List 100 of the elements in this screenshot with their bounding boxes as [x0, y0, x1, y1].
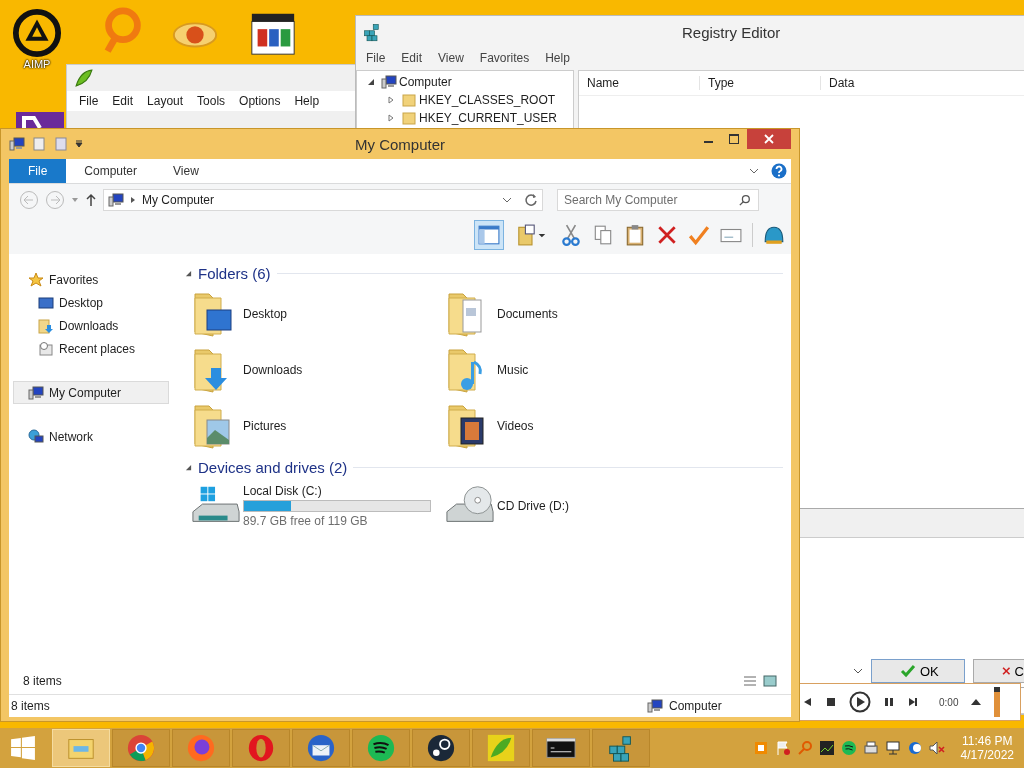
- menu-item[interactable]: Edit: [112, 93, 134, 109]
- status-item-count: 8 items: [11, 699, 50, 713]
- elapsed-time: 0:00: [939, 696, 959, 708]
- network-icon: [28, 428, 44, 445]
- nav-item[interactable]: Desktop: [13, 291, 169, 314]
- network-tray-icon[interactable]: [884, 740, 901, 756]
- breadcrumb-arrow-icon[interactable]: [130, 196, 136, 204]
- menu-item[interactable]: Options: [239, 93, 281, 109]
- menu-item[interactable]: Help: [545, 50, 570, 66]
- up-arrow-icon[interactable]: [85, 193, 97, 207]
- ribbon-tab[interactable]: Computer: [66, 159, 156, 183]
- preview-pane-button[interactable]: [474, 220, 504, 250]
- refresh-icon[interactable]: [524, 193, 538, 207]
- folder-item[interactable]: Videos: [445, 402, 699, 450]
- address-path[interactable]: My Computer: [142, 193, 215, 207]
- menu-item[interactable]: Help: [294, 93, 320, 109]
- recent-dropdown-icon[interactable]: [71, 196, 79, 204]
- customize-dropdown-icon[interactable]: [75, 140, 83, 148]
- nav-item[interactable]: My Computer: [13, 381, 169, 404]
- help-icon[interactable]: [771, 163, 787, 179]
- checkmark-icon[interactable]: [688, 224, 710, 246]
- peapod-icon: [75, 69, 93, 87]
- nav-item[interactable]: Recent places: [13, 337, 169, 360]
- windows-start-icon[interactable]: [10, 735, 36, 761]
- steam-icon: [426, 733, 456, 763]
- collapse-group-icon[interactable]: [185, 463, 192, 471]
- paste-icon[interactable]: [624, 224, 646, 246]
- ok-button[interactable]: OK: [871, 659, 965, 683]
- computer-icon: [381, 74, 397, 90]
- copy-icon[interactable]: [592, 224, 614, 246]
- cut-icon[interactable]: [560, 224, 582, 246]
- tree-item[interactable]: HKEY_CURRENT_USER: [357, 109, 573, 127]
- play-icon[interactable]: [849, 691, 871, 713]
- collapsed-arrow-icon[interactable]: [387, 96, 395, 104]
- group-heading[interactable]: Devices and drives (2): [198, 458, 348, 476]
- app-tile-icon[interactable]: [16, 112, 64, 128]
- collapse-group-icon[interactable]: [185, 269, 192, 277]
- column-header[interactable]: Name: [579, 76, 700, 90]
- printer-tray-icon[interactable]: [862, 740, 879, 756]
- drive-name[interactable]: Local Disk (C:): [243, 484, 431, 498]
- large-icons-view-icon[interactable]: [763, 674, 777, 688]
- folder-download-icon: [38, 317, 54, 334]
- address-dropdown-icon[interactable]: [502, 197, 512, 203]
- computer-icon: [647, 698, 663, 714]
- opera-icon: [246, 733, 276, 763]
- close-button[interactable]: [747, 129, 791, 149]
- address-bar[interactable]: My Computer: [103, 189, 543, 211]
- tree-item[interactable]: Computer: [357, 73, 573, 91]
- stop-icon[interactable]: [825, 696, 837, 708]
- folder-icon: [401, 92, 417, 108]
- ribbon-tab[interactable]: File: [9, 159, 67, 183]
- folder-icon: [401, 110, 417, 126]
- computer-icon: [9, 136, 25, 152]
- computer-icon: [28, 384, 44, 401]
- free-space-text: 89.7 GB free of 119 GB: [243, 514, 369, 528]
- column-header[interactable]: Type: [700, 76, 821, 90]
- shell-icon[interactable]: [763, 224, 785, 246]
- cloud-tray-icon[interactable]: [906, 740, 923, 756]
- thunderbird-icon: [306, 733, 336, 763]
- folder-item[interactable]: Pictures: [191, 402, 445, 450]
- pause-icon[interactable]: [883, 696, 895, 708]
- cancel-button[interactable]: C: [973, 659, 1024, 683]
- expanded-arrow-icon[interactable]: [367, 78, 375, 86]
- drive-name[interactable]: CD Drive (D:): [497, 499, 569, 513]
- folder-item[interactable]: Documents: [445, 290, 699, 338]
- menu-item[interactable]: File: [79, 93, 99, 109]
- registry-cubes-icon: [362, 22, 382, 42]
- nav-item[interactable]: Favorites: [13, 268, 169, 291]
- ribbon-tab[interactable]: View: [155, 159, 217, 183]
- tree-item[interactable]: HKEY_CLASSES_ROOT: [357, 91, 573, 109]
- folder-item[interactable]: Desktop: [191, 290, 445, 338]
- expand-ribbon-icon[interactable]: [749, 168, 759, 174]
- menu-item[interactable]: File: [366, 50, 386, 66]
- flag-tray-icon[interactable]: [774, 740, 791, 756]
- spotify-icon: [366, 733, 396, 763]
- nav-item[interactable]: Network: [13, 425, 169, 448]
- nav-item[interactable]: Downloads: [13, 314, 169, 337]
- window-title: Registry Editor: [682, 23, 781, 41]
- search-icon[interactable]: [739, 194, 751, 206]
- chart-tray-icon[interactable]: [818, 740, 835, 756]
- spotify-tray-icon[interactable]: [840, 740, 857, 756]
- group-heading[interactable]: Folders (6): [198, 264, 271, 282]
- column-header[interactable]: Data: [821, 76, 941, 90]
- taskbar-button[interactable]: [412, 729, 470, 767]
- folder-item[interactable]: Downloads: [191, 346, 445, 394]
- muted-speaker-icon[interactable]: [928, 740, 945, 756]
- close-icon: [764, 134, 774, 144]
- aimp-shortcut-icon[interactable]: [12, 8, 62, 58]
- menu-item[interactable]: Layout: [147, 93, 184, 109]
- menu-item[interactable]: Edit: [401, 50, 423, 66]
- collapsed-arrow-icon[interactable]: [387, 114, 395, 122]
- folder-item[interactable]: Music: [445, 346, 699, 394]
- search-field[interactable]: Search My Computer: [557, 189, 759, 211]
- menu-item[interactable]: Favorites: [479, 50, 530, 66]
- menu-item[interactable]: Tools: [197, 93, 226, 109]
- chevron-down-icon[interactable]: [853, 668, 863, 674]
- next-icon[interactable]: [907, 696, 919, 708]
- delete-icon[interactable]: [656, 224, 678, 246]
- taskbar-button[interactable]: [532, 729, 590, 767]
- menu-item[interactable]: View: [438, 50, 464, 66]
